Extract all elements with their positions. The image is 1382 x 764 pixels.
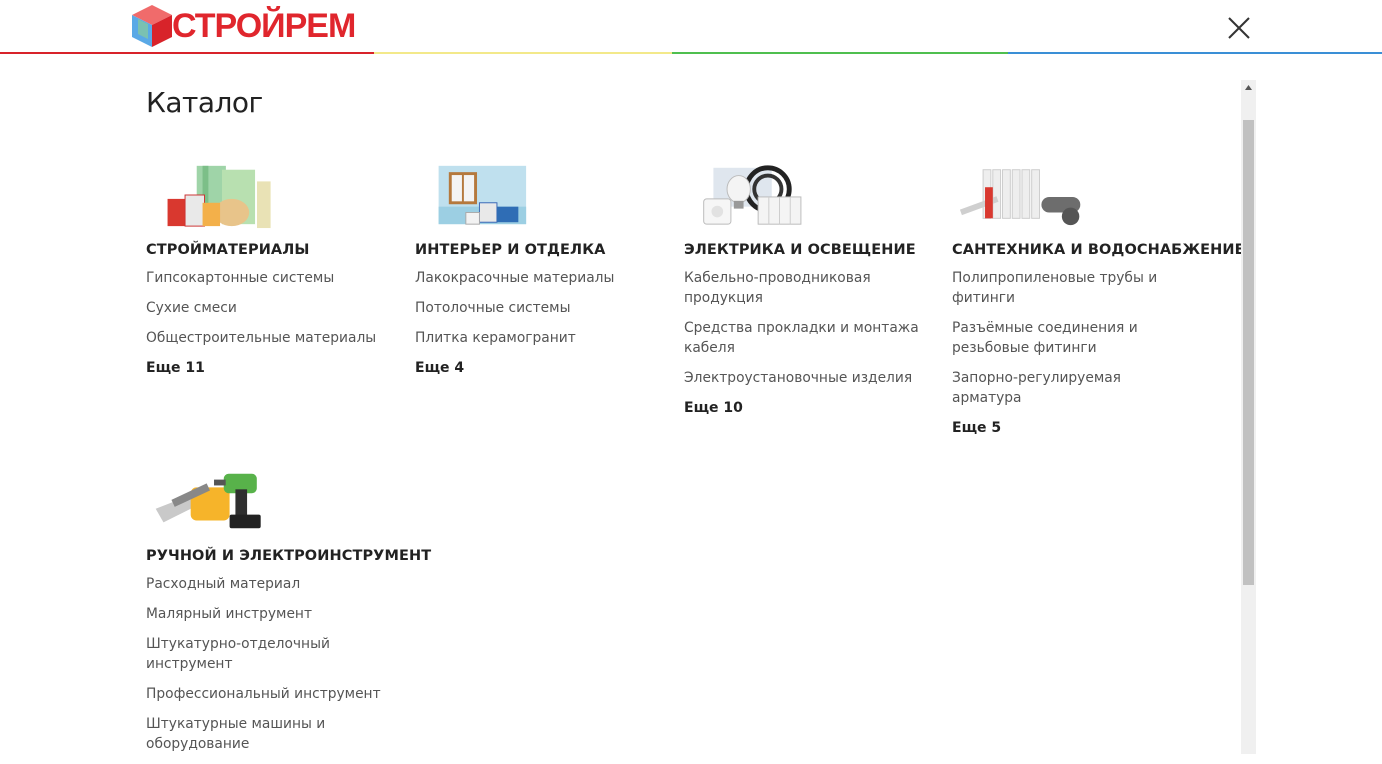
category-building-materials: СТРОЙМАТЕРИАЛЫ Гипсокартонные системы Су…: [146, 160, 396, 378]
plumbing-image: [959, 169, 1081, 226]
category-link[interactable]: Лакокрасочные материалы: [415, 268, 655, 288]
category-link[interactable]: Электроустановочные изделия: [684, 368, 924, 388]
category-link[interactable]: Штукатурные машины и оборудование: [146, 714, 386, 754]
category-link[interactable]: Штукатурно-отделочный инструмент: [146, 634, 386, 674]
category-link[interactable]: Полипропиленовые трубы и фитинги: [952, 268, 1192, 308]
header-divider: [0, 52, 1382, 54]
electrical-lighting-image: [703, 165, 802, 225]
tools-image: [155, 473, 261, 529]
category-plumbing: САНТЕХНИКА И ВОДОСНАБЖЕНИЕ Полипропилено…: [952, 160, 1245, 438]
building-materials-image: [167, 165, 271, 229]
category-title[interactable]: САНТЕХНИКА И ВОДОСНАБЖЕНИЕ: [952, 242, 1245, 258]
category-tools: РУЧНОЙ И ЭЛЕКТРОИНСТРУМЕНТ Расходный мат…: [146, 466, 431, 764]
category-link[interactable]: Кабельно-проводниковая продукция: [684, 268, 924, 308]
category-link[interactable]: Потолочные системы: [415, 298, 655, 318]
category-interior: ИНТЕРЬЕР И ОТДЕЛКА Лакокрасочные материа…: [415, 160, 665, 378]
category-title[interactable]: РУЧНОЙ И ЭЛЕКТРОИНСТРУМЕНТ: [146, 548, 431, 564]
more-link[interactable]: Еще 11: [146, 358, 396, 378]
category-link[interactable]: Общестроительные материалы: [146, 328, 386, 348]
category-link[interactable]: Сухие смеси: [146, 298, 386, 318]
close-icon: [1228, 17, 1250, 39]
category-link[interactable]: Расходный материал: [146, 574, 386, 594]
category-link[interactable]: Профессиональный инструмент: [146, 684, 386, 704]
category-link[interactable]: Плитка керамогранит: [415, 328, 655, 348]
more-link[interactable]: Еще 10: [684, 398, 934, 418]
category-link[interactable]: Средства прокладки и монтажа кабеля: [684, 318, 924, 358]
scrollbar[interactable]: [1241, 80, 1256, 754]
page-title: Каталог: [146, 86, 263, 119]
category-title[interactable]: СТРОЙМАТЕРИАЛЫ: [146, 242, 396, 258]
category-link[interactable]: Малярный инструмент: [146, 604, 386, 624]
category-link[interactable]: Запорно-регулируемая арматура: [952, 368, 1192, 408]
more-link[interactable]: Еще 5: [952, 418, 1202, 438]
category-link[interactable]: Разъёмные соединения и резьбовые фитинги: [952, 318, 1192, 358]
category-title[interactable]: ЭЛЕКТРИКА И ОСВЕЩЕНИЕ: [684, 242, 934, 258]
logo-cube-icon: [132, 5, 172, 47]
scrollbar-thumb[interactable]: [1243, 120, 1254, 585]
category-electrical: ЭЛЕКТРИКА И ОСВЕЩЕНИЕ Кабельно-проводник…: [684, 160, 934, 418]
more-link[interactable]: Еще 4: [415, 358, 665, 378]
close-button[interactable]: [1226, 15, 1252, 41]
logo-text: СТРОЙРЕМ: [172, 7, 356, 45]
category-link[interactable]: Гипсокартонные системы: [146, 268, 386, 288]
interior-finishing-image: [438, 165, 527, 225]
category-title[interactable]: ИНТЕРЬЕР И ОТДЕЛКА: [415, 242, 665, 258]
logo[interactable]: СТРОЙРЕМ: [130, 3, 356, 49]
scroll-up-arrow-icon[interactable]: [1241, 80, 1256, 95]
header: СТРОЙРЕМ: [0, 0, 1382, 52]
